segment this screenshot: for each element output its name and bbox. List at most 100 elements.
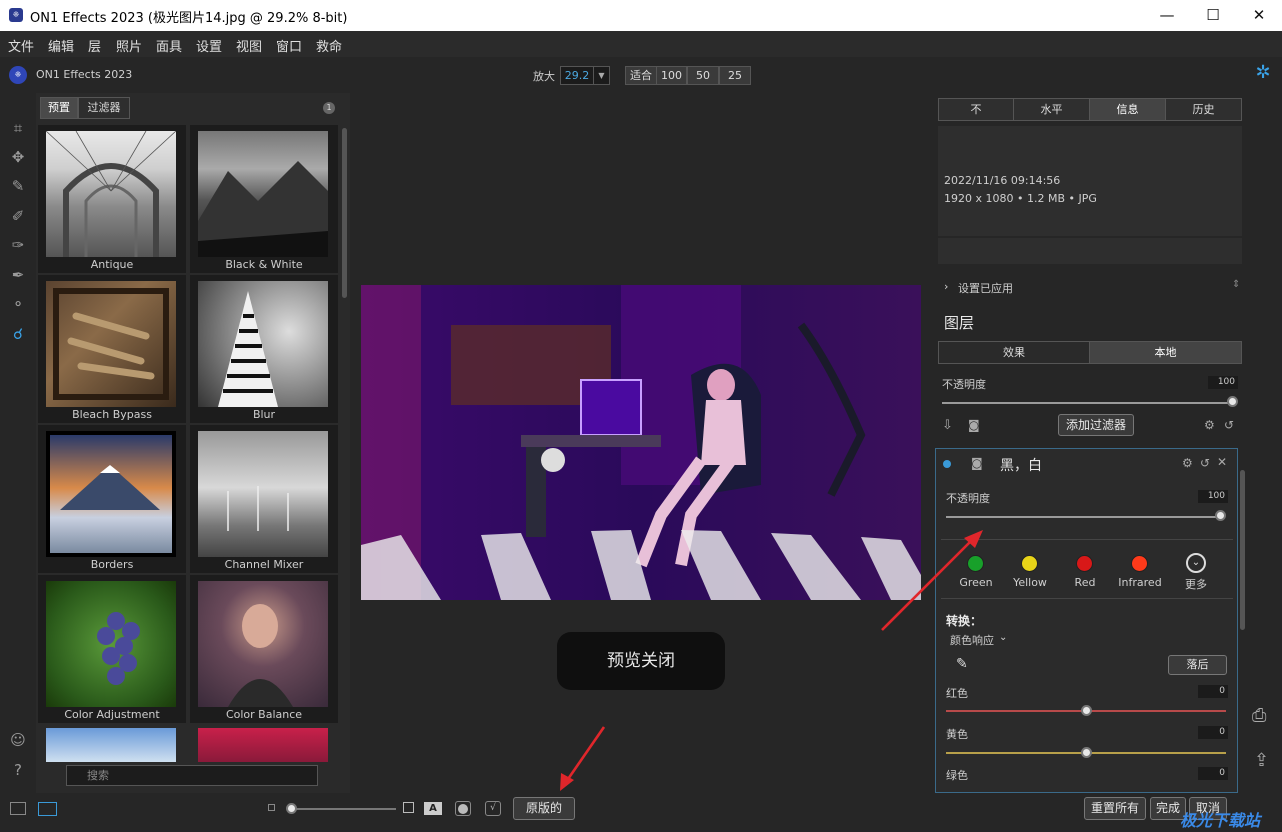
import-icon[interactable]: ⇩ — [942, 418, 953, 433]
magic-wand-icon[interactable]: ✎ — [8, 176, 28, 196]
share-icon[interactable]: ⇪ — [1254, 750, 1269, 771]
help-icon[interactable]: ? — [8, 760, 28, 780]
histogram-icon[interactable]: √ — [485, 801, 501, 816]
preset-black-white[interactable]: Black & White — [190, 125, 338, 273]
view-hand-icon[interactable]: ☌ — [8, 324, 28, 344]
preset-antique[interactable]: Antique — [38, 125, 186, 273]
thumbnail-size-knob[interactable] — [286, 803, 297, 814]
panel-toggle-icon[interactable] — [10, 802, 26, 815]
yellow-value[interactable]: 0 — [1198, 726, 1228, 739]
zoom-25-button[interactable]: 25 — [719, 66, 751, 85]
menu-layer[interactable]: 层 — [88, 36, 101, 55]
add-filter-button[interactable]: 添加过滤器 — [1058, 414, 1134, 436]
refine-brush-icon[interactable]: ✒ — [8, 265, 28, 285]
color-response-select[interactable]: 颜色响应 — [950, 632, 994, 648]
thumb-large-icon[interactable] — [403, 802, 414, 813]
thumbnail-size-slider[interactable] — [290, 808, 396, 810]
search-input[interactable]: 搜索 — [66, 765, 318, 786]
red-value[interactable]: 0 — [1198, 685, 1228, 698]
zoom-100-button[interactable]: 100 — [656, 66, 687, 85]
right-scrollbar[interactable] — [1240, 470, 1245, 630]
gear-icon[interactable]: ⚙ — [1204, 418, 1215, 432]
menu-help[interactable]: 救命 — [316, 36, 342, 55]
zoom-fit-button[interactable]: 适合 — [625, 66, 657, 85]
menu-edit[interactable]: 编辑 — [48, 36, 74, 55]
minimize-button[interactable]: — — [1144, 0, 1190, 31]
preset-thumbnail-partial[interactable] — [46, 728, 176, 762]
text-overlay-icon[interactable]: A — [424, 802, 442, 815]
camera-icon[interactable]: ◙ — [968, 418, 980, 432]
reset-icon[interactable]: ↺ — [1224, 418, 1234, 432]
menu-view[interactable]: 视图 — [236, 36, 262, 55]
preset-blur[interactable]: Blur — [190, 275, 338, 423]
more-label[interactable]: 更多 — [1166, 576, 1226, 592]
filter-close-icon[interactable]: ✕ — [1217, 455, 1227, 469]
filter-opacity-slider[interactable] — [946, 516, 1224, 518]
preset-color-adjustment[interactable]: Color Adjustment — [38, 575, 186, 723]
menu-file[interactable]: 文件 — [8, 36, 34, 55]
browser-scrollbar[interactable] — [342, 128, 347, 298]
preset-color-balance[interactable]: Color Balance — [190, 575, 338, 723]
preset-green-dot[interactable] — [967, 555, 984, 572]
green-value[interactable]: 0 — [1198, 767, 1228, 780]
filter-active-dot[interactable] — [943, 460, 951, 468]
reset-all-button[interactable]: 重置所有 — [1084, 797, 1146, 820]
gradient-icon[interactable]: ⚬ — [8, 294, 28, 314]
masking-brush-icon[interactable]: ✑ — [8, 235, 28, 255]
move-icon[interactable]: ✥ — [8, 147, 28, 167]
zoom-label: 放大 — [533, 70, 555, 83]
chevron-right-icon[interactable]: › — [944, 280, 948, 293]
effects-star-icon[interactable]: ✲ — [1253, 63, 1273, 83]
filter-opacity-value[interactable]: 100 — [1198, 490, 1228, 503]
preset-bleach-bypass[interactable]: Bleach Bypass — [38, 275, 186, 423]
chevron-down-icon[interactable]: ⌄ — [999, 632, 1007, 643]
reset-button[interactable]: 落后 — [1168, 655, 1227, 675]
zoom-dropdown-icon[interactable]: ▼ — [594, 66, 610, 85]
settings-applied[interactable]: 设置已应用 — [958, 280, 1013, 296]
menu-photo[interactable]: 照片 — [116, 36, 142, 55]
tab-info[interactable]: 信息 — [1089, 98, 1166, 121]
original-button[interactable]: 原版的 — [513, 797, 575, 820]
opacity-slider-knob[interactable] — [1227, 396, 1238, 407]
expand-icon[interactable]: ⇕ — [1232, 279, 1240, 290]
photo-preview[interactable] — [361, 285, 921, 600]
crop-icon[interactable]: ⌗ — [8, 118, 28, 138]
zoom-input[interactable]: 29.2 — [560, 66, 594, 85]
tab-history[interactable]: 历史 — [1165, 98, 1242, 121]
maximize-button[interactable]: ☐ — [1190, 0, 1236, 31]
mask-view-icon[interactable] — [455, 801, 471, 816]
menu-settings[interactable]: 设置 — [196, 36, 222, 55]
filter-opacity-knob[interactable] — [1215, 510, 1226, 521]
filter-camera-icon[interactable]: ◙ — [971, 456, 983, 470]
preset-infrared-dot[interactable] — [1131, 555, 1148, 572]
preset-thumbnail-partial[interactable] — [198, 728, 328, 762]
tab-effects[interactable]: 效果 — [938, 341, 1090, 364]
yellow-slider-knob[interactable] — [1081, 747, 1092, 758]
print-icon[interactable]: ⎙ — [1252, 705, 1266, 726]
app-name: ON1 Effects 2023 — [36, 68, 133, 81]
menu-window[interactable]: 窗口 — [276, 36, 302, 55]
opacity-value[interactable]: 100 — [1208, 376, 1238, 389]
tab-levels[interactable]: 水平 — [1013, 98, 1090, 121]
opacity-slider[interactable] — [942, 402, 1234, 404]
menu-mask[interactable]: 面具 — [156, 36, 182, 55]
red-slider-knob[interactable] — [1081, 705, 1092, 716]
thumb-small-icon[interactable] — [268, 804, 275, 811]
tab-local[interactable]: 本地 — [1089, 341, 1242, 364]
close-button[interactable]: ✕ — [1236, 0, 1282, 31]
more-chevron-icon[interactable]: ⌄ — [1186, 553, 1206, 573]
color-picker-icon[interactable]: ✎ — [956, 656, 968, 672]
filter-reset-icon[interactable]: ↺ — [1200, 456, 1210, 470]
tab-filters[interactable]: 过滤器 — [78, 97, 130, 119]
brush-icon[interactable]: ✐ — [8, 206, 28, 226]
preset-red-dot[interactable] — [1076, 555, 1093, 572]
preset-channel-mixer[interactable]: Channel Mixer — [190, 425, 338, 573]
preset-yellow-dot[interactable] — [1021, 555, 1038, 572]
filter-gear-icon[interactable]: ⚙ — [1182, 456, 1193, 470]
single-view-icon[interactable] — [38, 802, 57, 816]
zoom-50-button[interactable]: 50 — [687, 66, 719, 85]
tab-no[interactable]: 不 — [938, 98, 1014, 121]
profile-icon[interactable]: ☺ — [8, 730, 28, 750]
preset-borders[interactable]: Borders — [38, 425, 186, 573]
tab-presets[interactable]: 预置 — [40, 97, 78, 119]
